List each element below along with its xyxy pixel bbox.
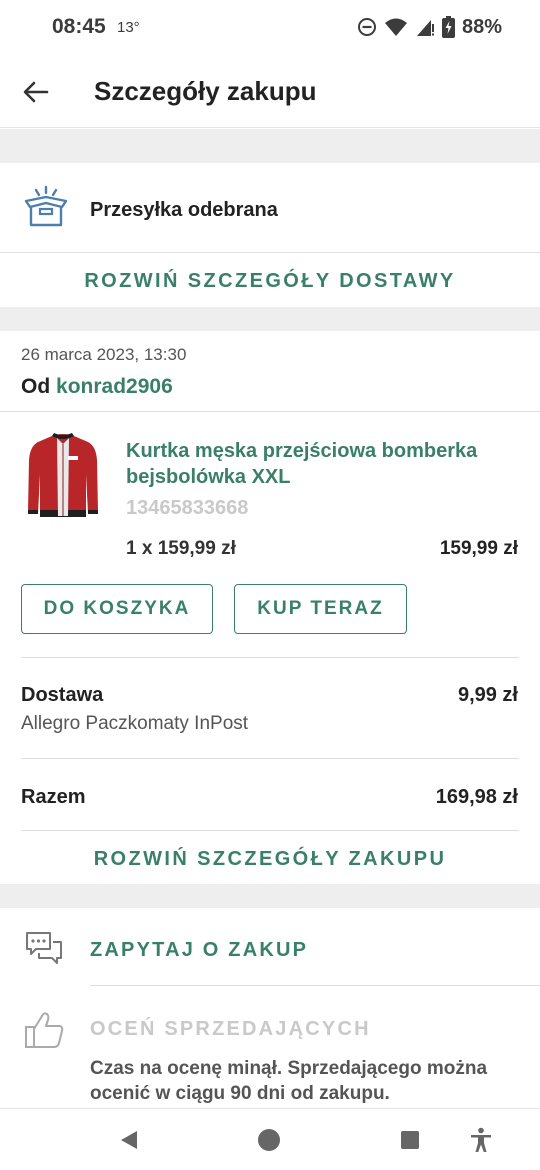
wifi-icon: [384, 18, 407, 36]
product-name-link[interactable]: Kurtka męska przejściowa bomberka bejsbo…: [126, 438, 516, 490]
accessibility-icon: [471, 1127, 491, 1152]
divider: [90, 985, 540, 986]
shipment-status-text: Przesyłka odebrana: [90, 199, 278, 221]
status-temperature: 13°: [117, 19, 140, 36]
ask-about-purchase-button[interactable]: ZAPYTAJ O ZAKUP: [90, 939, 308, 962]
back-button[interactable]: [18, 74, 54, 110]
nav-recents-button[interactable]: [397, 1127, 423, 1153]
delivery-method: Allegro Paczkomaty InPost: [21, 713, 249, 734]
rate-sellers-button: OCEŃ SPRZEDAJĄCYCH: [90, 1018, 371, 1040]
nav-accessibility-button[interactable]: [468, 1127, 494, 1153]
seller-prefix: Od: [21, 375, 51, 398]
delivery-label: Dostawa: [21, 684, 104, 706]
status-icons: 88%: [357, 14, 502, 40]
section-gap: [0, 129, 540, 163]
nav-back-button[interactable]: [116, 1127, 142, 1153]
seller-link[interactable]: konrad2906: [56, 375, 173, 398]
nav-home-button[interactable]: [256, 1127, 282, 1153]
section-gap: [0, 307, 540, 331]
product-quantity-price: 1 x 159,99 zł: [126, 538, 236, 559]
system-navigation-bar: [0, 1108, 540, 1170]
do-not-disturb-icon: [357, 18, 376, 36]
status-time: 08:45: [52, 15, 106, 38]
thumbs-up-icon: [25, 1012, 64, 1048]
chat-bubbles-icon: [26, 932, 62, 964]
rating-expired-note: Czas na ocenę minął. Sprzedającego można…: [90, 1058, 488, 1104]
battery-charging-icon: [441, 16, 455, 38]
divider: [0, 411, 540, 412]
purchase-date: 26 marca 2023, 13:30: [21, 345, 187, 364]
triangle-back-icon: [121, 1131, 137, 1149]
add-to-cart-button[interactable]: DO KOSZYKA: [21, 584, 213, 634]
total-label: Razem: [21, 786, 86, 808]
buy-now-button[interactable]: KUP TERAZ: [234, 584, 407, 634]
seller-line: Od konrad2906: [21, 375, 173, 399]
total-value: 169,98 zł: [435, 786, 518, 808]
divider: [21, 830, 519, 831]
battery-percent: 88%: [461, 15, 502, 38]
status-bar: 08:45 13° 88%: [0, 0, 540, 56]
product-thumbnail[interactable]: [26, 430, 100, 522]
divider: [21, 657, 519, 658]
arrow-left-icon: [23, 81, 49, 103]
square-recents-icon: [401, 1131, 419, 1149]
divider: [21, 758, 519, 759]
circle-home-icon: [258, 1129, 280, 1151]
app-bar: Szczegóły zakupu: [0, 56, 540, 128]
product-id: 13465833668: [126, 497, 249, 519]
product-total: 159,99 zł: [439, 538, 518, 559]
expand-delivery-details-button[interactable]: ROZWIŃ SZCZEGÓŁY DOSTAWY: [0, 270, 540, 293]
open-package-icon: [24, 185, 68, 227]
section-gap: [0, 884, 540, 908]
expand-purchase-details-button[interactable]: ROZWIŃ SZCZEGÓŁY ZAKUPU: [0, 848, 540, 871]
delivery-price: 9,99 zł: [457, 684, 518, 706]
shipment-status-row: Przesyłka odebrana: [0, 163, 540, 253]
page-title: Szczegóły zakupu: [94, 76, 317, 106]
cell-signal-icon: [416, 20, 434, 36]
